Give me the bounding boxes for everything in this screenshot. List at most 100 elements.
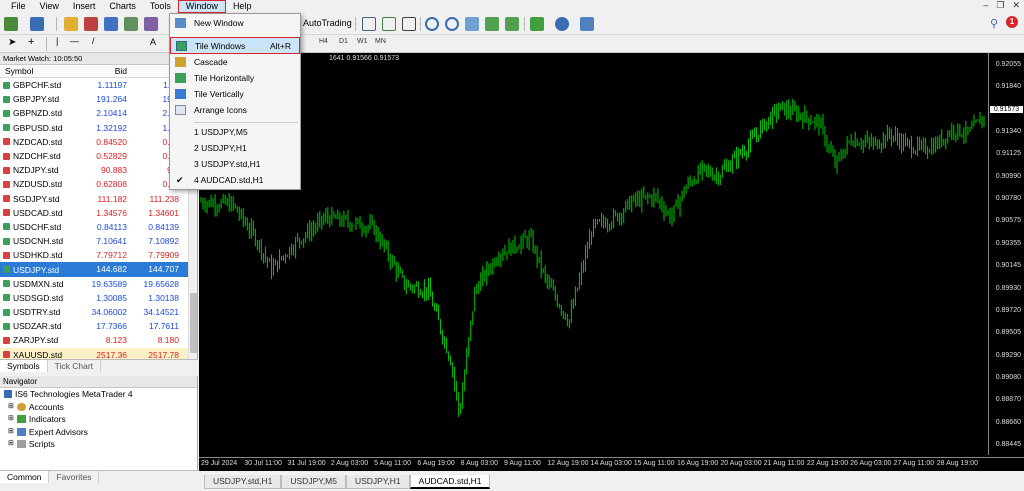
menu-item-tile-vertically[interactable]: Tile Vertically xyxy=(170,86,300,102)
notification-icon[interactable]: 1 xyxy=(1006,16,1018,28)
market-watch-row[interactable]: GBPCHF.std1.111971.11 xyxy=(0,78,197,92)
minimize-icon[interactable]: – xyxy=(983,0,988,11)
periods-icon[interactable] xyxy=(555,17,569,31)
market-watch-row[interactable]: USDCHF.std 0.84113 0.84139 xyxy=(0,220,197,234)
market-watch-row[interactable]: USDCAD.std 1.34576 1.34601 xyxy=(0,206,197,220)
autoscroll-icon[interactable] xyxy=(485,17,499,31)
tab-favorites[interactable]: Favorites xyxy=(49,471,100,483)
menu-item-new-window[interactable]: New Window xyxy=(170,15,300,31)
market-watch-row[interactable]: GBPNZD.std2.104142.10 xyxy=(0,106,197,120)
tab-tick-chart[interactable]: Tick Chart xyxy=(48,360,102,372)
menu-item-cascade[interactable]: Cascade xyxy=(170,54,300,70)
navigator-icon[interactable] xyxy=(84,17,98,31)
timeframe-h4[interactable]: H4 xyxy=(319,38,328,45)
market-watch-row[interactable]: SGDJPY.std 111.182 111.238 xyxy=(0,192,197,206)
search-icon[interactable]: ⚲ xyxy=(990,17,998,30)
menu-window[interactable]: Window xyxy=(177,0,226,13)
menu-item-window-2[interactable]: 2 USDJPY,H1 xyxy=(170,140,300,156)
menu-insert[interactable]: Insert xyxy=(66,0,103,13)
timeframe-w1[interactable]: W1 xyxy=(357,38,368,45)
chart-tab-usdjpy-m5[interactable]: USDJPY,M5 xyxy=(281,475,346,489)
menu-item-window-4[interactable]: ✔ 4 AUDCAD.std,H1 xyxy=(170,172,300,188)
restore-icon[interactable]: ❐ xyxy=(996,0,1004,11)
time-axis[interactable]: 29 Jul 2024 30 Jul 11:00 31 Jul 19:00 2 Aug… xyxy=(199,457,1024,471)
menu-tools[interactable]: Tools xyxy=(143,0,178,13)
timeframe-d1[interactable]: D1 xyxy=(339,38,348,45)
ask-cell: 111.238 xyxy=(149,193,179,204)
chart-tab-usdjpy-std-h1[interactable]: USDJPY.std,H1 xyxy=(204,475,282,489)
data-window-icon[interactable] xyxy=(104,17,118,31)
line-chart-icon[interactable] xyxy=(402,17,416,31)
expand-icon[interactable]: ⊞ xyxy=(8,438,14,451)
templates-icon[interactable] xyxy=(580,17,594,31)
market-watch-row[interactable]: USDSGD.std 1.30085 1.30138 xyxy=(0,291,197,305)
cursor-icon[interactable]: ➤ xyxy=(8,37,16,48)
vertical-line-icon[interactable]: | xyxy=(56,36,58,46)
tab-symbols[interactable]: Symbols xyxy=(0,360,48,372)
market-watch-row[interactable]: ZARJPY.std 8.123 8.180 xyxy=(0,333,197,347)
navigator-item-expert-advisors[interactable]: ⊞ Expert Advisors xyxy=(0,426,197,439)
menu-item-window-1[interactable]: 1 USDJPY,M5 xyxy=(170,124,300,140)
market-watch-row[interactable]: NZDCHF.std0.528290.52 xyxy=(0,149,197,163)
expand-icon[interactable]: ⊞ xyxy=(8,401,14,414)
tester-icon[interactable] xyxy=(144,17,158,31)
timeframe-mn[interactable]: MN xyxy=(375,38,386,45)
price-axis[interactable]: 0.92055 0.91840 0.91573 0.91340 0.91125 0.909… xyxy=(988,53,1024,455)
market-watch-row[interactable]: NZDCAD.std0.845200.84 xyxy=(0,135,197,149)
horizontal-line-icon[interactable]: — xyxy=(70,36,79,46)
terminal-icon[interactable] xyxy=(124,17,138,31)
time-tick-label: 15 Aug 11:00 xyxy=(633,460,675,467)
tab-common[interactable]: Common xyxy=(0,471,50,483)
menu-help[interactable]: Help xyxy=(226,0,259,13)
market-watch-row[interactable]: USDZAR.std 17.7366 17.7611 xyxy=(0,319,197,333)
market-watch-row[interactable]: GBPJPY.std191.264191. xyxy=(0,92,197,106)
market-watch-icon[interactable] xyxy=(64,17,78,31)
market-watch-row[interactable]: USDHKD.std 7.79712 7.79909 xyxy=(0,248,197,262)
market-watch-row[interactable]: NZDJPY.std90.88390. xyxy=(0,163,197,177)
chart-tab-usdjpy-h1[interactable]: USDJPY,H1 xyxy=(345,475,410,489)
bid-column-header[interactable]: Bid xyxy=(80,65,127,77)
candlestick-icon[interactable] xyxy=(382,17,396,31)
autotrading-button[interactable]: AutoTrading xyxy=(303,18,352,28)
navigator-item-label: Expert Advisors xyxy=(28,426,88,437)
zoom-out-icon[interactable] xyxy=(445,17,459,31)
expand-icon[interactable]: ⊞ xyxy=(8,426,14,439)
expand-icon[interactable]: ⊞ xyxy=(8,413,14,426)
market-watch-row[interactable]: USDTRY.std 34.06002 34.14521 xyxy=(0,305,197,319)
navigator-item-scripts[interactable]: ⊞ Scripts xyxy=(0,438,197,451)
price-chart[interactable]: 1641 0.91566 0.91573 0.92055 0.91840 0.915… xyxy=(199,53,1024,471)
menu-charts[interactable]: Charts xyxy=(102,0,143,13)
navigator-root[interactable]: IS6 Technologies MetaTrader 4 xyxy=(0,388,197,401)
menu-file[interactable]: File xyxy=(4,0,33,13)
menu-item-arrange-icons[interactable]: Arrange Icons xyxy=(170,102,300,118)
scripts-icon xyxy=(16,440,26,449)
main-toolbar: AutoTrading ⚲ 1 xyxy=(0,13,1024,35)
new-chart-icon[interactable] xyxy=(4,17,18,31)
market-watch-row[interactable]: USDMXN.std 19.63589 19.65628 xyxy=(0,277,197,291)
bar-chart-icon[interactable] xyxy=(362,17,376,31)
menu-item-tile-horizontally[interactable]: Tile Horizontally xyxy=(170,70,300,86)
tile-icon[interactable] xyxy=(465,17,479,31)
indicators-icon[interactable] xyxy=(530,17,544,31)
menu-item-tile-windows[interactable]: Tile Windows Alt+R xyxy=(170,37,300,54)
market-watch-row[interactable]: USDCNH.std 7.10641 7.10892 xyxy=(0,234,197,248)
navigator-item-accounts[interactable]: ⊞ Accounts xyxy=(0,401,197,414)
market-watch-row[interactable]: USDJPY.std 144.682 144.707 xyxy=(0,262,197,277)
symbol-cell: USDCAD.std xyxy=(0,206,80,220)
market-watch-row[interactable]: NZDUSD.std0.628080.62 xyxy=(0,177,197,191)
navigator-item-indicators[interactable]: ⊞ Indicators xyxy=(0,413,197,426)
crosshair-icon[interactable]: + xyxy=(28,36,34,48)
profiles-icon[interactable] xyxy=(30,17,44,31)
chart-shift-icon[interactable] xyxy=(505,17,519,31)
symbol-column-header[interactable]: Symbol xyxy=(0,65,80,77)
scrollbar-thumb[interactable] xyxy=(190,293,197,353)
market-watch-row[interactable]: GBPUSD.std1.321921.32 xyxy=(0,121,197,135)
close-icon[interactable]: ✕ xyxy=(1012,0,1020,11)
zoom-in-icon[interactable] xyxy=(425,17,439,31)
price-tick-label: 0.89505 xyxy=(995,329,1021,337)
chart-tab-audcad-std-h1[interactable]: AUDCAD.std,H1 xyxy=(409,475,491,489)
text-tool-icon[interactable]: A xyxy=(150,37,156,47)
menu-view[interactable]: View xyxy=(33,0,66,13)
menu-item-window-3[interactable]: 3 USDJPY.std,H1 xyxy=(170,156,300,172)
trendline-icon[interactable]: / xyxy=(92,36,95,46)
